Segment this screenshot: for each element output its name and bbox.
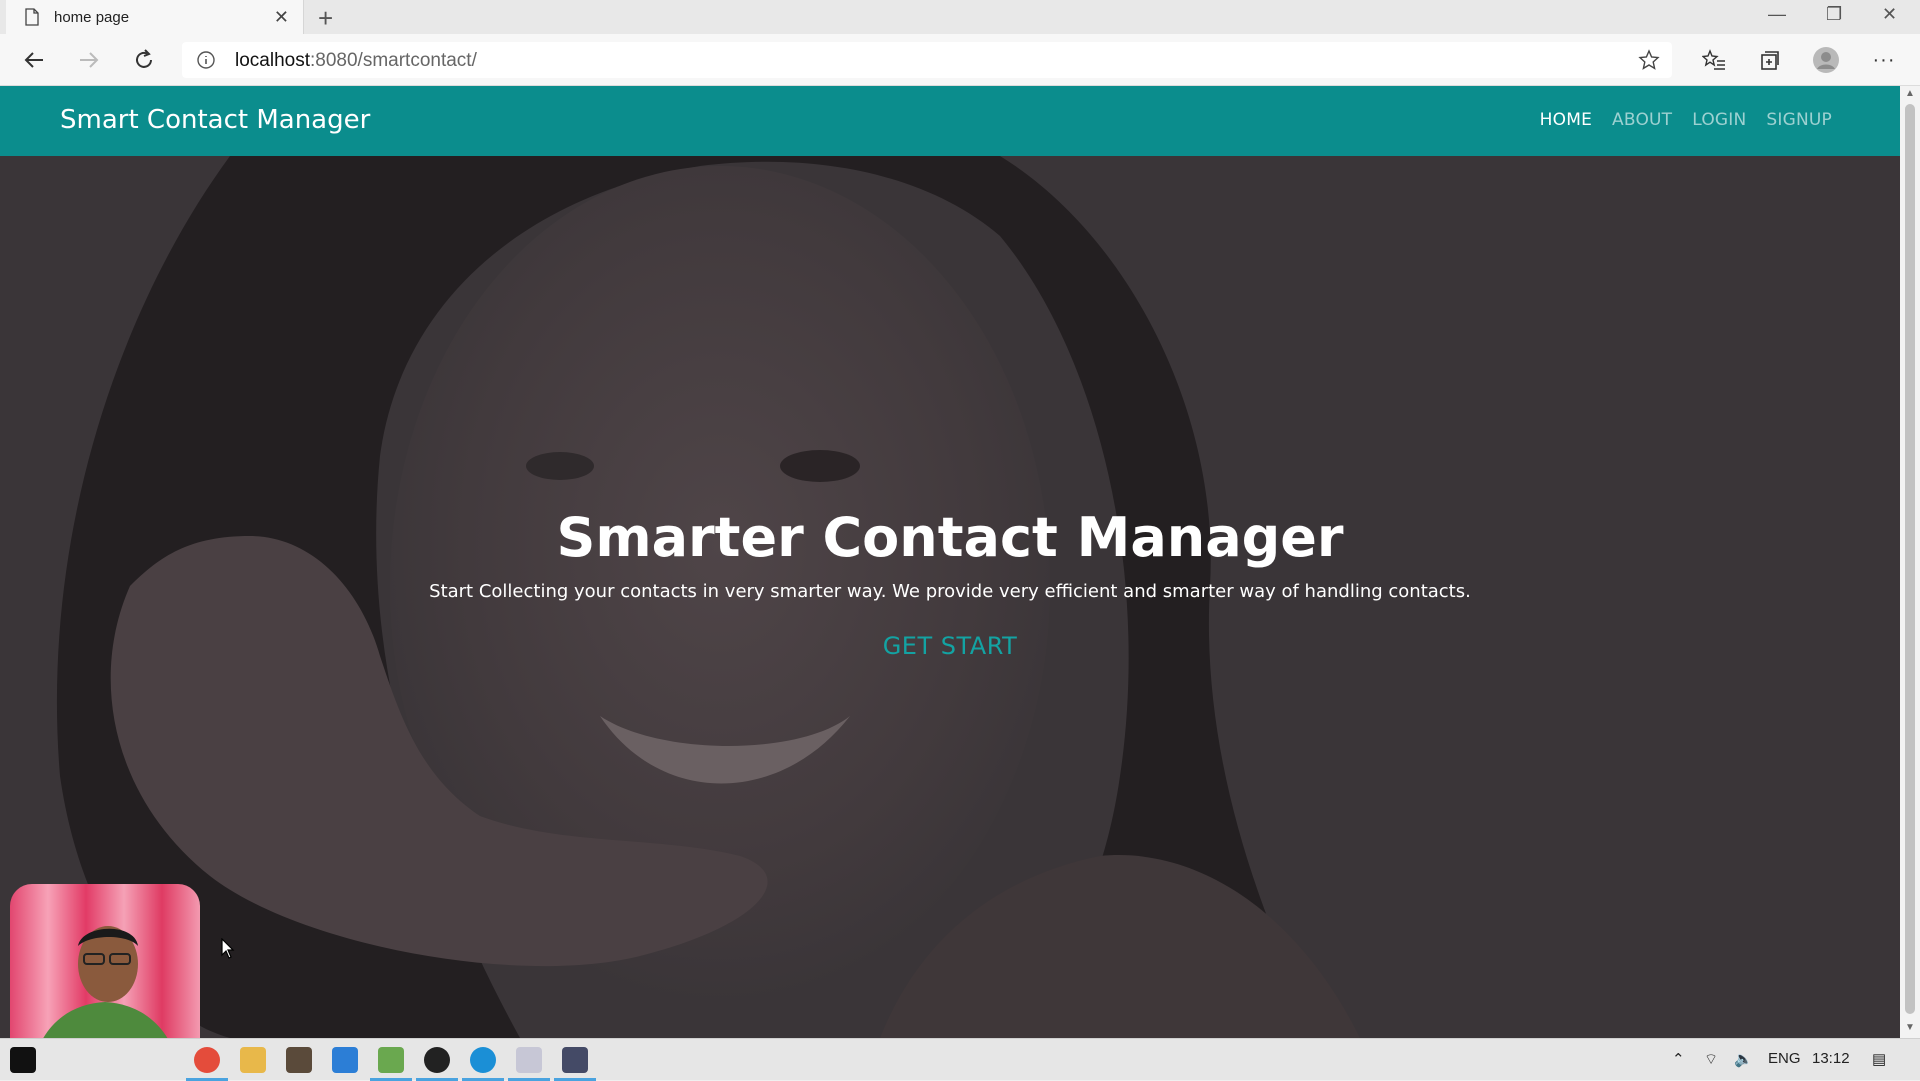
notifications-icon[interactable]: ▤ xyxy=(1872,1050,1886,1068)
nav-links: HOME ABOUT LOGIN SIGNUP xyxy=(1540,110,1832,130)
volume-icon[interactable]: 🔈 xyxy=(1734,1050,1753,1068)
page-viewport: Smart Contact Manager HOME ABOUT LOGIN S… xyxy=(0,86,1900,1038)
language-indicator[interactable]: ENG xyxy=(1768,1050,1801,1067)
ellipsis-icon: ··· xyxy=(1872,48,1896,71)
refresh-icon xyxy=(136,49,152,68)
back-button[interactable] xyxy=(20,46,48,74)
profile-button[interactable] xyxy=(1812,46,1840,74)
file-explorer-icon[interactable] xyxy=(240,1047,266,1073)
windows-start-icon[interactable] xyxy=(10,1047,36,1073)
url-text: localhost:8080/smartcontact/ xyxy=(235,50,477,71)
paint-icon[interactable] xyxy=(508,1047,550,1081)
get-start-button[interactable]: GET START xyxy=(860,621,1040,671)
window-close-icon[interactable]: ✕ xyxy=(1882,4,1897,25)
collections-button[interactable] xyxy=(1756,46,1784,74)
spring-tool-icon[interactable] xyxy=(370,1047,412,1081)
arrow-right-icon xyxy=(80,52,99,68)
sublime-text-icon[interactable] xyxy=(286,1047,312,1073)
nav-about-link[interactable]: ABOUT xyxy=(1612,110,1672,130)
avatar-icon xyxy=(1813,47,1839,73)
nav-signup-link[interactable]: SIGNUP xyxy=(1766,110,1832,130)
scroll-thumb[interactable] xyxy=(1905,104,1915,1014)
brand-link[interactable]: Smart Contact Manager xyxy=(60,105,370,135)
hero-content: Smarter Contact Manager Start Collecting… xyxy=(0,156,1900,1038)
favorites-list-icon xyxy=(1702,49,1725,70)
mouse-cursor-icon xyxy=(221,938,235,959)
forward-button[interactable] xyxy=(75,46,103,74)
star-icon[interactable] xyxy=(1638,49,1660,71)
collections-icon xyxy=(1761,51,1779,70)
browser-tab[interactable]: home page ✕ xyxy=(6,0,304,34)
close-tab-icon[interactable]: ✕ xyxy=(274,7,289,28)
show-hidden-icons-icon[interactable]: ⌃ xyxy=(1672,1050,1685,1068)
clock[interactable]: 13:12 xyxy=(1812,1050,1850,1067)
hero-title: Smarter Contact Manager xyxy=(556,506,1344,569)
info-icon xyxy=(197,51,215,69)
address-bar[interactable]: localhost:8080/smartcontact/ xyxy=(182,42,1672,78)
hero-subtitle: Start Collecting your contacts in very s… xyxy=(429,581,1471,602)
edge-icon[interactable] xyxy=(462,1047,504,1081)
page-icon xyxy=(25,8,39,26)
browser-tab-strip: home page ✕ + — ❐ ✕ xyxy=(0,0,1920,34)
site-navbar: Smart Contact Manager HOME ABOUT LOGIN S… xyxy=(0,86,1900,156)
page-scrollbar[interactable]: ▲ ▼ xyxy=(1900,86,1920,1038)
wifi-icon[interactable]: ⌔ xyxy=(1704,1050,1718,1069)
vscode-icon[interactable] xyxy=(332,1047,358,1073)
obs-icon[interactable] xyxy=(416,1047,458,1081)
more-menu-button[interactable]: ··· xyxy=(1870,46,1898,74)
nav-home-link[interactable]: HOME xyxy=(1540,110,1592,130)
favorites-button[interactable] xyxy=(1700,46,1728,74)
arrow-left-icon xyxy=(24,52,43,68)
scroll-down-arrow-icon[interactable]: ▼ xyxy=(1905,1022,1915,1033)
reload-button[interactable] xyxy=(130,46,158,74)
tab-title: home page xyxy=(54,8,130,26)
minimize-icon[interactable]: — xyxy=(1768,4,1786,25)
nav-login-link[interactable]: LOGIN xyxy=(1692,110,1746,130)
screen-capture-icon[interactable] xyxy=(554,1047,596,1081)
browser-toolbar: localhost:8080/smartcontact/ ··· xyxy=(0,34,1920,86)
restore-icon[interactable]: ❐ xyxy=(1826,4,1842,25)
chrome-icon[interactable] xyxy=(186,1047,228,1081)
hero-banner: Smarter Contact Manager Start Collecting… xyxy=(0,156,1900,1038)
scroll-up-arrow-icon[interactable]: ▲ xyxy=(1905,88,1915,99)
new-tab-icon[interactable]: + xyxy=(318,3,333,34)
os-taskbar: ⌃ ⌔ 🔈 ENG 13:12 ▤ xyxy=(0,1038,1920,1081)
